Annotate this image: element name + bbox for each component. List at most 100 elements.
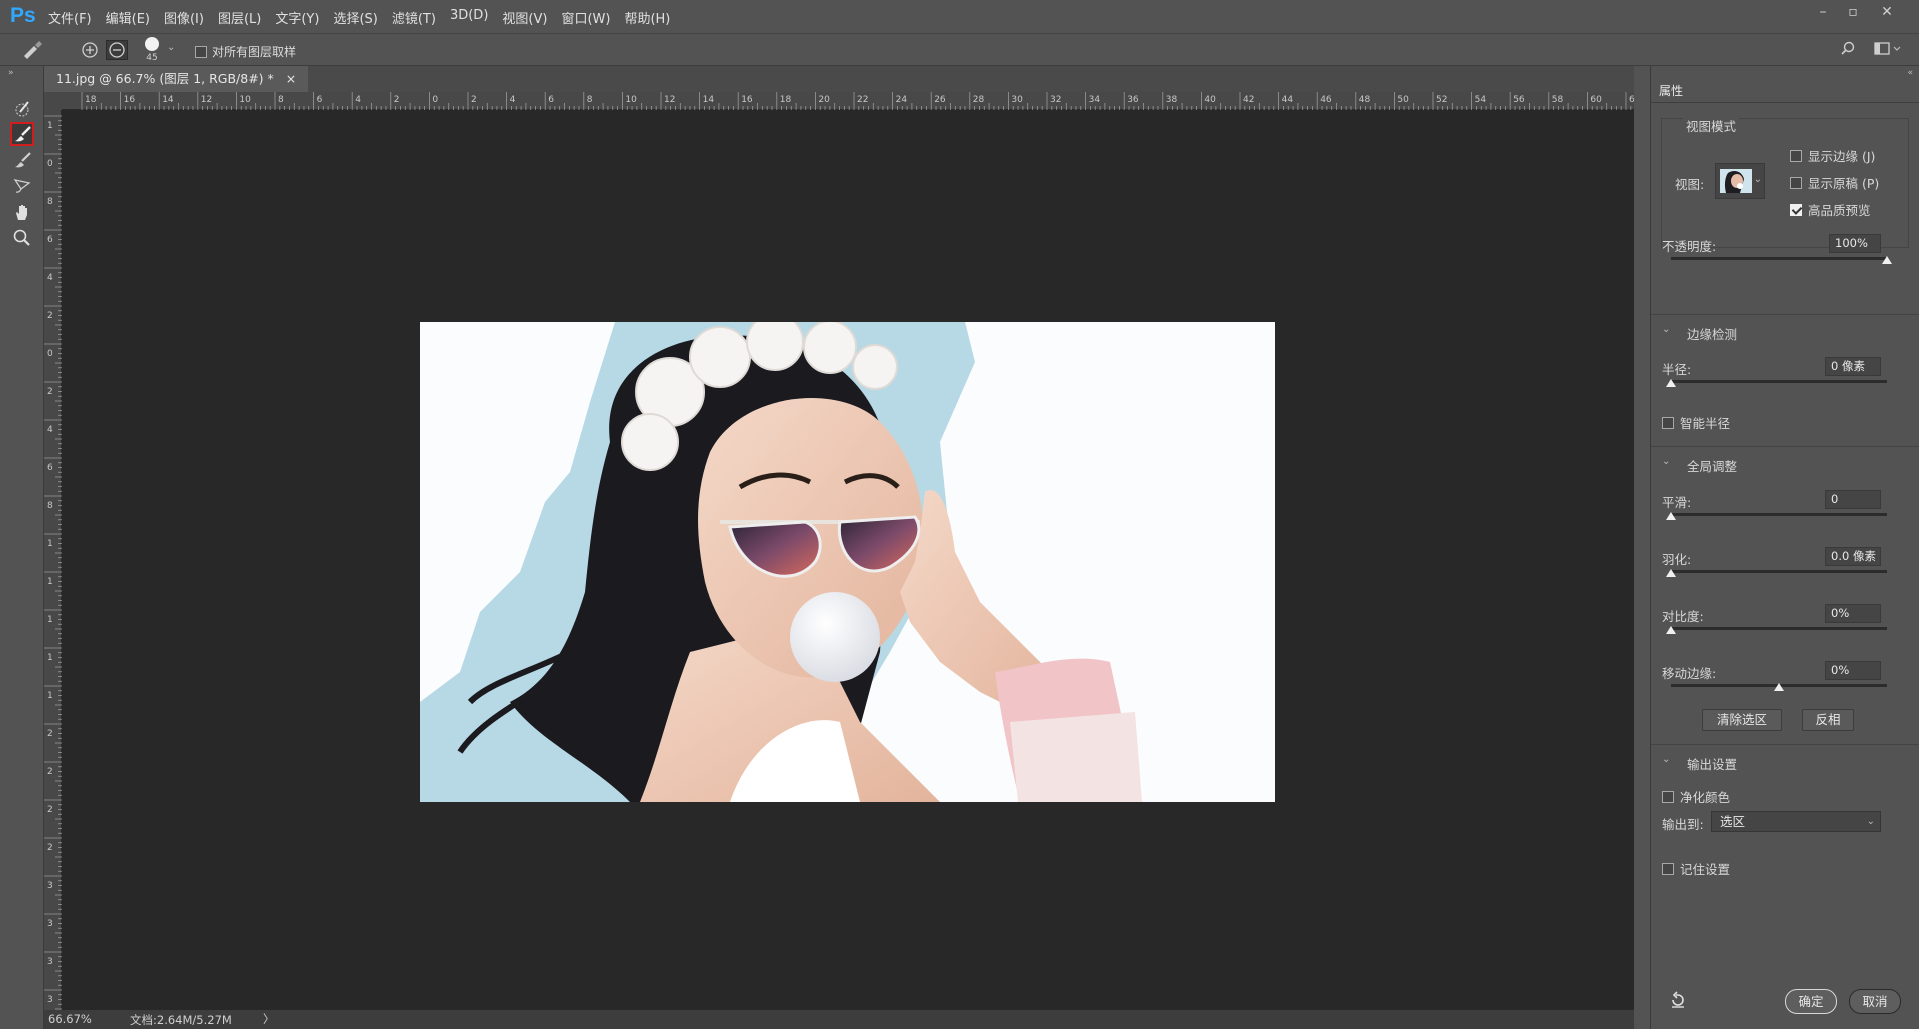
smart-radius-option[interactable]: 智能半径 bbox=[1662, 413, 1730, 432]
output-to-value: 选区 bbox=[1720, 814, 1746, 829]
feather-slider[interactable] bbox=[1671, 570, 1887, 573]
menu-item[interactable]: 文件(F) bbox=[48, 8, 92, 27]
contrast-slider[interactable] bbox=[1671, 627, 1887, 630]
ruler-label: 62 bbox=[1629, 95, 1634, 105]
shift-edge-input[interactable]: 0% bbox=[1825, 661, 1881, 680]
menu-item[interactable]: 视图(V) bbox=[502, 8, 547, 27]
remember-settings-option[interactable]: 记住设置 bbox=[1662, 859, 1730, 878]
decontaminate-colors-option[interactable]: 净化颜色 bbox=[1662, 787, 1730, 806]
chevron-down-icon[interactable]: ⌄ bbox=[1662, 754, 1670, 765]
ruler-label: 10 bbox=[239, 95, 251, 105]
tool-preset-icon[interactable] bbox=[20, 40, 44, 60]
feather-label: 羽化: bbox=[1662, 552, 1692, 567]
ruler-label: 8 bbox=[278, 95, 284, 105]
cancel-button[interactable]: 取消 bbox=[1849, 989, 1901, 1014]
maximize-icon[interactable]: ▫ bbox=[1838, 2, 1868, 22]
feather-input[interactable]: 0.0 像素 bbox=[1825, 547, 1881, 566]
minimize-icon[interactable]: – bbox=[1808, 2, 1838, 22]
ruler-label: 1 bbox=[47, 691, 53, 701]
ruler-label: 44 bbox=[1282, 95, 1294, 105]
zoom-level[interactable]: 66.67% bbox=[48, 1012, 92, 1026]
brush-size-picker[interactable]: 45 bbox=[142, 36, 162, 63]
lasso-icon[interactable] bbox=[10, 174, 34, 198]
subtract-from-selection-icon[interactable] bbox=[106, 40, 128, 60]
invert-button[interactable]: 反相 bbox=[1802, 709, 1854, 731]
radius-input[interactable]: 0 像素 bbox=[1825, 357, 1881, 376]
vertical-ruler[interactable]: 108642024681111122223333 bbox=[44, 110, 62, 1024]
close-window-icon[interactable]: ✕ bbox=[1872, 2, 1902, 22]
menu-item[interactable]: 3D(D) bbox=[450, 8, 488, 27]
ruler-label: 12 bbox=[664, 95, 675, 105]
show-original-checkbox[interactable] bbox=[1790, 176, 1802, 189]
horizontal-ruler[interactable]: 18 16 14 12 10 8 6 4 2 0 2 4 6 8 10 12 14 16 18 20 22 24 26 28 3… bbox=[62, 92, 1661, 110]
refine-edge-brush-icon[interactable] bbox=[10, 122, 34, 146]
menu-item[interactable]: 图层(L) bbox=[218, 8, 261, 27]
ruler-label: 14 bbox=[703, 95, 715, 105]
canvas-area[interactable] bbox=[62, 110, 1634, 1010]
menu-item[interactable]: 滤镜(T) bbox=[392, 8, 436, 27]
menu-item[interactable]: 编辑(E) bbox=[106, 8, 150, 27]
menu-item[interactable]: 图像(I) bbox=[164, 8, 204, 27]
output-to-label: 输出到: bbox=[1662, 817, 1704, 832]
hand-icon[interactable] bbox=[10, 200, 34, 224]
high-quality-option[interactable]: 高品质预览 bbox=[1790, 200, 1871, 219]
clear-selection-button[interactable]: 清除选区 bbox=[1702, 709, 1782, 731]
chevron-down-icon[interactable]: ⌄ bbox=[167, 42, 175, 62]
high-quality-checkbox[interactable] bbox=[1790, 203, 1802, 216]
contrast-input[interactable]: 0% bbox=[1825, 604, 1881, 623]
show-edge-option[interactable]: 显示边缘 (J) bbox=[1790, 146, 1875, 165]
menu-item[interactable]: 帮助(H) bbox=[624, 8, 670, 27]
panel-collapse-icon[interactable]: « bbox=[1907, 68, 1913, 78]
reset-icon[interactable] bbox=[1669, 991, 1687, 1013]
decontaminate-colors-checkbox[interactable] bbox=[1662, 790, 1674, 803]
properties-tab[interactable]: 属性 bbox=[1659, 82, 1683, 99]
radius-slider-thumb[interactable] bbox=[1666, 379, 1676, 387]
ok-button[interactable]: 确定 bbox=[1785, 989, 1837, 1014]
document-image[interactable] bbox=[420, 322, 1275, 802]
menu-item[interactable]: 选择(S) bbox=[333, 8, 377, 27]
output-to-select[interactable]: 选区 ⌄ bbox=[1711, 811, 1881, 832]
sample-all-layers-checkbox[interactable] bbox=[195, 45, 207, 58]
contrast-slider-thumb[interactable] bbox=[1666, 626, 1676, 634]
ruler-label: 3 bbox=[47, 995, 53, 1005]
edge-detection-title[interactable]: 边缘检测 bbox=[1687, 324, 1737, 343]
ruler-label: 32 bbox=[1050, 95, 1061, 105]
smooth-slider-thumb[interactable] bbox=[1666, 512, 1676, 520]
status-menu-arrow-icon[interactable]: 〉 bbox=[263, 1011, 275, 1027]
ruler-label: 34 bbox=[1089, 95, 1101, 105]
output-settings-title[interactable]: 输出设置 bbox=[1687, 754, 1737, 773]
ruler-label: 16 bbox=[741, 95, 753, 105]
collapse-icon[interactable]: » bbox=[8, 68, 14, 78]
show-original-label: 显示原稿 (P) bbox=[1808, 176, 1880, 191]
menu-item[interactable]: 窗口(W) bbox=[561, 8, 610, 27]
quick-selection-brush-icon[interactable] bbox=[10, 96, 34, 120]
document-tab[interactable]: 11.jpg @ 66.7% (图层 1, RGB/8#) * × bbox=[44, 66, 309, 92]
global-refinements-title[interactable]: 全局调整 bbox=[1687, 456, 1737, 475]
brush-icon[interactable] bbox=[10, 148, 34, 172]
ruler-label: 36 bbox=[1127, 95, 1139, 105]
opacity-slider-thumb[interactable] bbox=[1882, 256, 1892, 264]
ruler-label: 52 bbox=[1436, 95, 1447, 105]
search-icon[interactable] bbox=[1840, 41, 1856, 61]
remember-settings-checkbox[interactable] bbox=[1662, 862, 1674, 875]
view-mode-dropdown[interactable]: ⌄ bbox=[1715, 163, 1765, 199]
smooth-input[interactable]: 0 bbox=[1825, 490, 1881, 509]
workspace-icon[interactable] bbox=[1874, 41, 1902, 61]
smooth-slider[interactable] bbox=[1671, 513, 1887, 516]
chevron-down-icon[interactable]: ⌄ bbox=[1662, 456, 1670, 467]
chevron-down-icon[interactable]: ⌄ bbox=[1662, 324, 1670, 335]
add-to-selection-icon[interactable] bbox=[80, 40, 100, 60]
close-tab-icon[interactable]: × bbox=[286, 66, 296, 92]
zoom-icon[interactable] bbox=[10, 226, 34, 250]
feather-slider-thumb[interactable] bbox=[1666, 569, 1676, 577]
show-edge-checkbox[interactable] bbox=[1790, 149, 1802, 162]
show-original-option[interactable]: 显示原稿 (P) bbox=[1790, 173, 1879, 192]
smart-radius-checkbox[interactable] bbox=[1662, 416, 1674, 429]
ruler-label: 30 bbox=[1011, 95, 1023, 105]
opacity-input[interactable]: 100% bbox=[1829, 234, 1881, 253]
shift-edge-slider-thumb[interactable] bbox=[1774, 683, 1784, 691]
sample-all-layers-option[interactable]: 对所有图层取样 bbox=[195, 43, 296, 60]
menu-item[interactable]: 文字(Y) bbox=[275, 8, 319, 27]
radius-slider[interactable] bbox=[1671, 380, 1887, 383]
opacity-slider[interactable] bbox=[1671, 257, 1887, 260]
